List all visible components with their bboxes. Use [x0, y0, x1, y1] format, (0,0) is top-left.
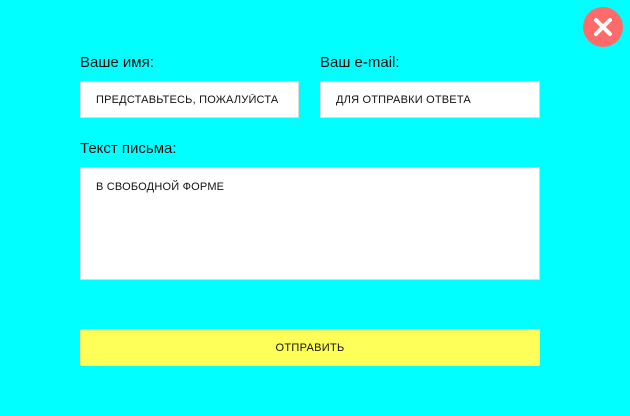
close-button[interactable] [583, 7, 623, 47]
name-input[interactable] [80, 81, 299, 118]
submit-button[interactable]: ОТПРАВИТЬ [80, 329, 540, 366]
close-icon [594, 18, 612, 36]
message-label: Текст письма: [80, 140, 177, 157]
email-label: Ваш e-mail: [320, 54, 400, 71]
name-label: Ваше имя: [80, 54, 154, 71]
message-textarea[interactable] [80, 167, 540, 280]
email-input[interactable] [320, 81, 540, 118]
